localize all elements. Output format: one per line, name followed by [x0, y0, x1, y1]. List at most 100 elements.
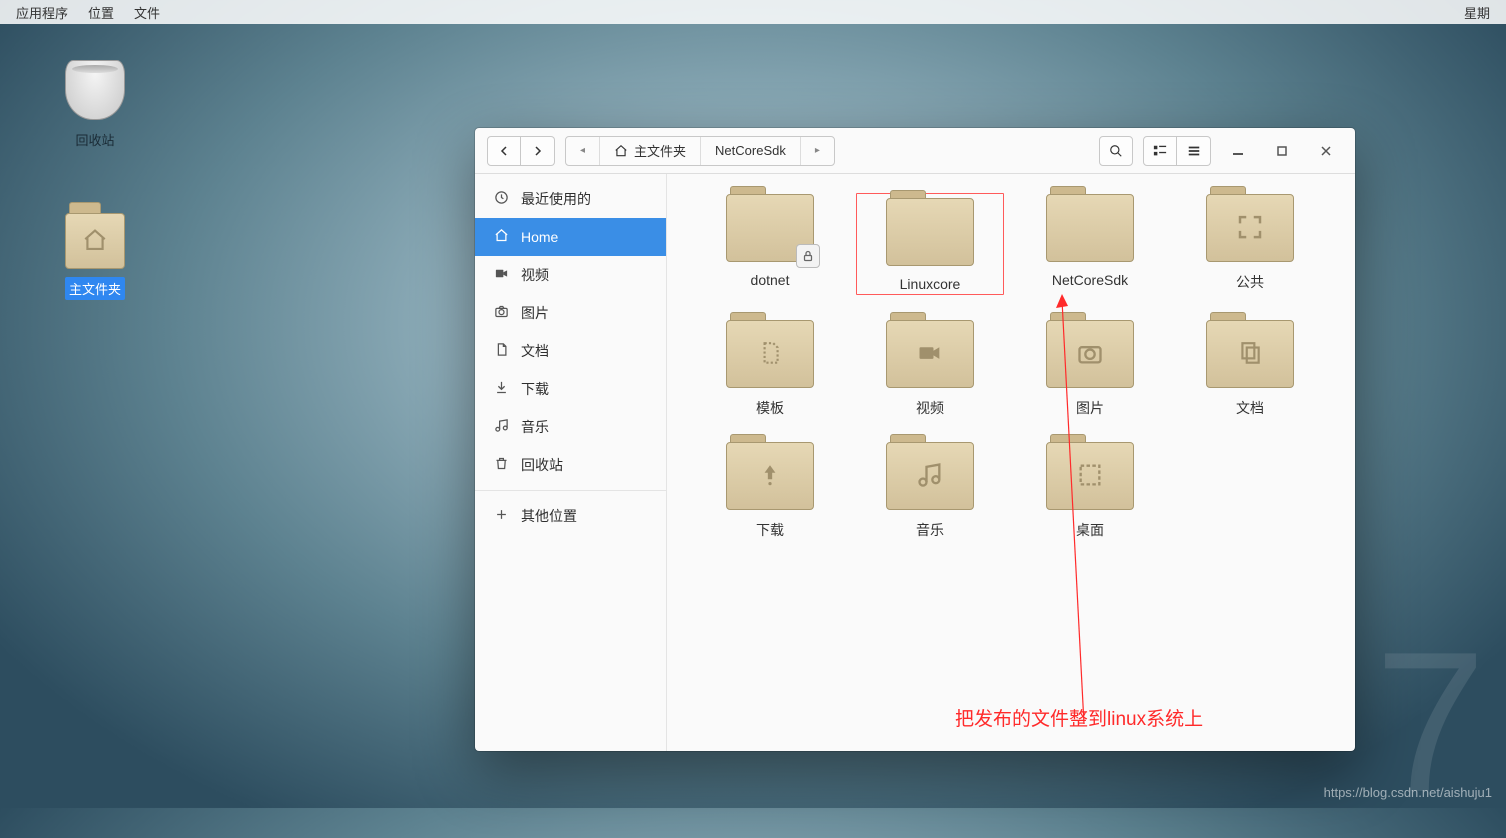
folder-icon — [726, 192, 814, 262]
sidebar-item-label: 视频 — [521, 265, 549, 285]
nav-buttons — [487, 136, 555, 166]
desktop-trash[interactable]: 回收站 — [55, 60, 135, 151]
folder-item[interactable]: 公共 — [1175, 192, 1325, 296]
search-button[interactable] — [1099, 136, 1133, 166]
folder-icon — [886, 196, 974, 266]
wallpaper-glyph: 7 — [1375, 608, 1486, 838]
folder-label: 桌面 — [1076, 520, 1104, 540]
grid-icon — [1153, 144, 1167, 158]
sidebar: 最近使用的 Home 视频图片文档下载音乐回收站其他位置 — [475, 174, 667, 751]
nav-forward-button[interactable] — [521, 136, 555, 166]
maximize-icon — [1277, 146, 1287, 156]
desktop-icons: 回收站 主文件夹 — [55, 60, 135, 300]
window-minimize-button[interactable] — [1221, 136, 1255, 166]
folder-icon — [1046, 192, 1134, 262]
sidebar-item-label: 图片 — [521, 303, 549, 323]
folder-icon — [886, 318, 974, 388]
lock-icon — [796, 244, 820, 268]
folder-content: dotnet Linuxcore NetCoreSdk 公共模板 视频 图片 文档下载 音乐 桌… — [667, 174, 1355, 751]
file-manager-toolbar: ◂ 主文件夹 NetCoreSdk ▸ — [475, 128, 1355, 174]
folder-label: dotnet — [751, 272, 790, 288]
camera-icon — [493, 304, 509, 322]
sidebar-item-doc[interactable]: 文档 — [475, 332, 666, 370]
sidebar-item-label: 文档 — [521, 341, 549, 361]
sidebar-item-label: 音乐 — [521, 417, 549, 437]
hamburger-icon — [1187, 144, 1201, 158]
sidebar-item-label: 回收站 — [521, 455, 563, 475]
sidebar-item-download[interactable]: 下载 — [475, 370, 666, 408]
minimize-icon — [1233, 146, 1243, 156]
folder-icon — [726, 440, 814, 510]
path-next-button[interactable]: ▸ — [801, 137, 834, 165]
sidebar-item-clock[interactable]: 最近使用的 — [475, 180, 666, 218]
sidebar-item-label: 下载 — [521, 379, 549, 399]
folder-icon — [1046, 440, 1134, 510]
folder-item[interactable]: 视频 — [855, 318, 1005, 418]
clock-label[interactable]: 星期 — [1454, 3, 1500, 22]
system-topbar: 应用程序 位置 文件 星期 — [0, 0, 1506, 24]
view-icons-button[interactable] — [1143, 136, 1177, 166]
menu-files[interactable]: 文件 — [124, 3, 170, 22]
path-bar: ◂ 主文件夹 NetCoreSdk ▸ — [565, 136, 835, 166]
path-home-segment[interactable]: 主文件夹 — [600, 137, 701, 165]
close-icon — [1321, 146, 1331, 156]
sidebar-item-home[interactable]: Home — [475, 218, 666, 256]
folder-label: 模板 — [756, 398, 784, 418]
path-current-segment[interactable]: NetCoreSdk — [701, 137, 801, 165]
folder-label: 公共 — [1236, 272, 1264, 292]
path-current-label: NetCoreSdk — [715, 143, 786, 158]
menu-places[interactable]: 位置 — [78, 3, 124, 22]
sidebar-item-camera[interactable]: 图片 — [475, 294, 666, 332]
desktop-home-label: 主文件夹 — [65, 277, 125, 300]
window-close-button[interactable] — [1309, 136, 1343, 166]
sidebar-item-trash[interactable]: 回收站 — [475, 446, 666, 484]
folder-item[interactable]: NetCoreSdk — [1015, 192, 1165, 296]
sidebar-item-label: 最近使用的 — [521, 189, 591, 209]
clock-icon — [493, 190, 509, 208]
nav-back-button[interactable] — [487, 136, 521, 166]
folder-icon — [886, 440, 974, 510]
view-menu-button[interactable] — [1177, 136, 1211, 166]
download-icon — [493, 380, 509, 398]
folder-icon — [1046, 318, 1134, 388]
video-icon — [493, 266, 509, 284]
folder-item[interactable]: 图片 — [1015, 318, 1165, 418]
trash-icon — [493, 456, 509, 474]
annotation-text: 把发布的文件整到linux系统上 — [955, 704, 1203, 731]
folder-label: 图片 — [1076, 398, 1104, 418]
music-icon — [493, 418, 509, 436]
sidebar-item-video[interactable]: 视频 — [475, 256, 666, 294]
path-up-button[interactable]: ◂ — [566, 137, 600, 165]
folder-label: NetCoreSdk — [1052, 272, 1128, 288]
folder-item[interactable]: 下载 — [695, 440, 845, 540]
folder-item[interactable]: 文档 — [1175, 318, 1325, 418]
folder-item[interactable]: 音乐 — [855, 440, 1005, 540]
sidebar-item-label: Home — [521, 229, 558, 245]
folder-icon — [65, 209, 125, 269]
folder-icon — [1206, 192, 1294, 262]
folder-item[interactable]: Linuxcore — [855, 192, 1005, 296]
search-icon — [1109, 144, 1123, 158]
sidebar-item-plus[interactable]: 其他位置 — [475, 497, 666, 535]
folder-item[interactable]: dotnet — [695, 192, 845, 296]
path-home-label: 主文件夹 — [634, 141, 686, 160]
folder-label: 音乐 — [916, 520, 944, 540]
folder-label: Linuxcore — [900, 276, 961, 292]
trash-icon — [65, 60, 125, 120]
folder-label: 视频 — [916, 398, 944, 418]
desktop-home-folder[interactable]: 主文件夹 — [55, 209, 135, 300]
desktop-trash-label: 回收站 — [71, 128, 118, 151]
watermark: https://blog.csdn.net/aishuju1 — [1324, 785, 1492, 800]
folder-item[interactable]: 模板 — [695, 318, 845, 418]
folder-icon — [726, 318, 814, 388]
window-maximize-button[interactable] — [1265, 136, 1299, 166]
folder-label: 文档 — [1236, 398, 1264, 418]
doc-icon — [493, 342, 509, 360]
sidebar-item-label: 其他位置 — [521, 506, 577, 526]
sidebar-item-music[interactable]: 音乐 — [475, 408, 666, 446]
file-manager-window: ◂ 主文件夹 NetCoreSdk ▸ — [475, 128, 1355, 751]
plus-icon — [493, 507, 509, 525]
folder-label: 下载 — [756, 520, 784, 540]
menu-applications[interactable]: 应用程序 — [6, 3, 78, 22]
folder-item[interactable]: 桌面 — [1015, 440, 1165, 540]
